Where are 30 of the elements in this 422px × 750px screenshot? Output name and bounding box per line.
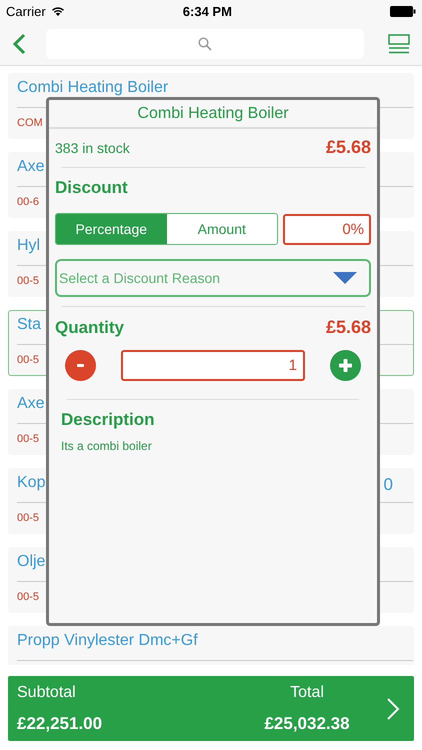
- product-code: 00-6: [17, 196, 40, 208]
- total-label: Total: [290, 684, 324, 702]
- product-code: COM: [17, 117, 43, 129]
- quantity-heading: Quantity: [55, 318, 124, 338]
- total-value: £25,032.38: [264, 714, 350, 734]
- product-code: 00-5: [17, 512, 40, 524]
- product-price: 0: [384, 475, 393, 495]
- product-name: Axe: [17, 159, 45, 175]
- unit-price: £5.68: [326, 137, 371, 158]
- product-name: Olje: [17, 554, 46, 570]
- product-name: Kop: [17, 475, 46, 491]
- product-name: Hyl: [17, 238, 40, 254]
- product-code: 00-5: [17, 591, 40, 603]
- product-name: Propp Vinylester Dmc+Gf: [17, 633, 198, 649]
- quantity-price: £5.68: [326, 317, 371, 338]
- product-code: 00-5: [17, 275, 40, 287]
- description-text: Its a combi boiler: [61, 439, 153, 453]
- carrier-label: Carrier: [6, 4, 46, 18]
- product-code: 00-5: [17, 433, 40, 445]
- subtotal-value: £22,251.00: [17, 714, 104, 734]
- description-heading: Description: [61, 410, 156, 430]
- product-code: 00-5: [17, 354, 40, 366]
- popup-title: Combi Heating Boiler: [137, 104, 289, 122]
- product-name: Sta: [17, 317, 42, 333]
- stock-count: 383 in stock: [55, 140, 130, 156]
- product-name: Combi Heating Boiler: [17, 80, 168, 96]
- product-name: Axe: [17, 396, 45, 412]
- discount-heading: Discount: [55, 178, 129, 198]
- clock-time: 6:34 PM: [182, 4, 233, 18]
- subtotal-label: Subtotal: [17, 684, 77, 702]
